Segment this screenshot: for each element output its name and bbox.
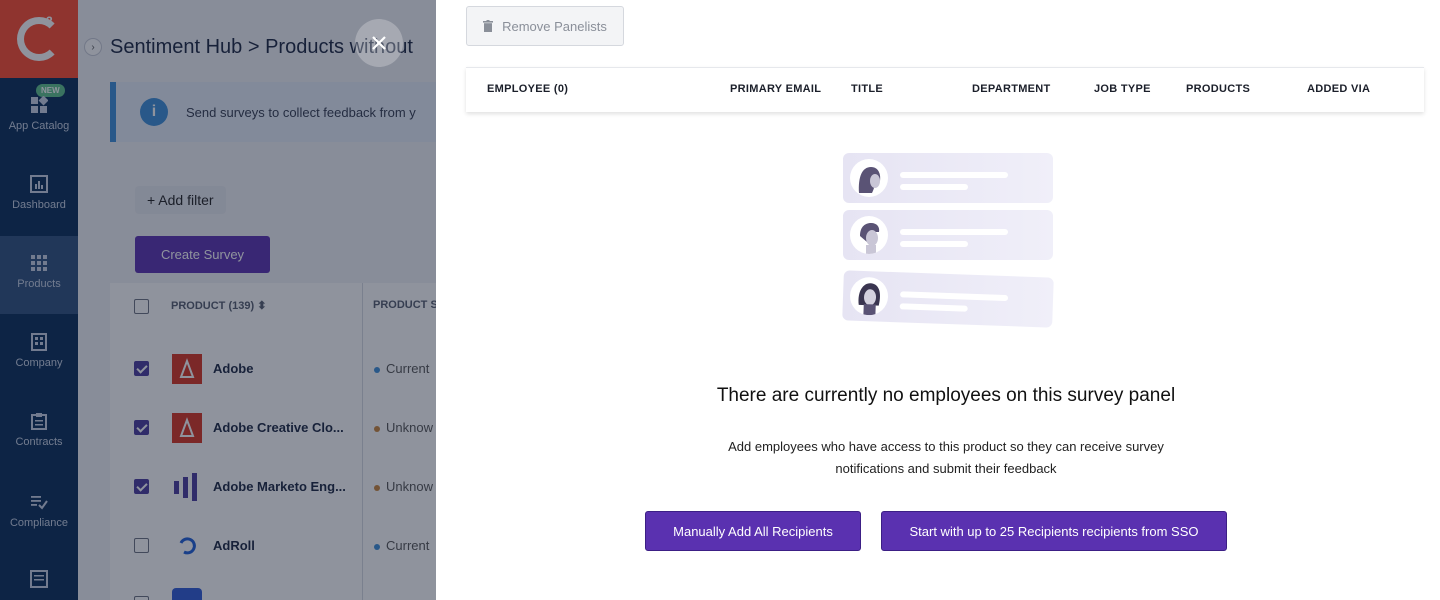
col-header-title[interactable]: TITLE xyxy=(851,83,883,95)
trash-icon xyxy=(483,20,494,32)
col-header-added-via[interactable]: ADDED VIA xyxy=(1307,83,1370,95)
col-header-department[interactable]: DEPARTMENT xyxy=(972,83,1051,95)
remove-panelists-button[interactable]: Remove Panelists xyxy=(466,6,624,46)
person-avatar-icon xyxy=(849,276,889,316)
employee-card-illustration xyxy=(842,270,1054,328)
survey-panel-drawer: Remove Panelists EMPLOYEE (0) PRIMARY EM… xyxy=(436,0,1440,600)
employee-table-header: EMPLOYEE (0) PRIMARY EMAIL TITLE DEPARTM… xyxy=(466,67,1424,112)
col-header-products[interactable]: PRODUCTS xyxy=(1186,83,1250,95)
close-drawer-button[interactable] xyxy=(355,19,403,67)
empty-state-illustration xyxy=(840,150,1056,346)
col-header-employee[interactable]: EMPLOYEE (0) xyxy=(487,83,568,95)
sso-recipients-button[interactable]: Start with up to 25 Recipients recipient… xyxy=(881,511,1227,551)
person-avatar-icon xyxy=(850,159,888,197)
remove-panelists-label: Remove Panelists xyxy=(502,18,607,34)
modal-overlay[interactable] xyxy=(0,0,436,600)
employee-card-illustration xyxy=(843,210,1053,260)
empty-state-title: There are currently no employees on this… xyxy=(716,385,1176,406)
employee-card-illustration xyxy=(843,153,1053,203)
col-header-job-type[interactable]: JOB TYPE xyxy=(1094,83,1151,95)
manually-add-recipients-button[interactable]: Manually Add All Recipients xyxy=(645,511,861,551)
person-avatar-icon xyxy=(850,216,888,254)
col-header-primary-email[interactable]: PRIMARY EMAIL xyxy=(730,83,821,95)
close-icon xyxy=(371,35,387,51)
empty-state-description: Add employees who have access to this pr… xyxy=(728,439,1164,476)
